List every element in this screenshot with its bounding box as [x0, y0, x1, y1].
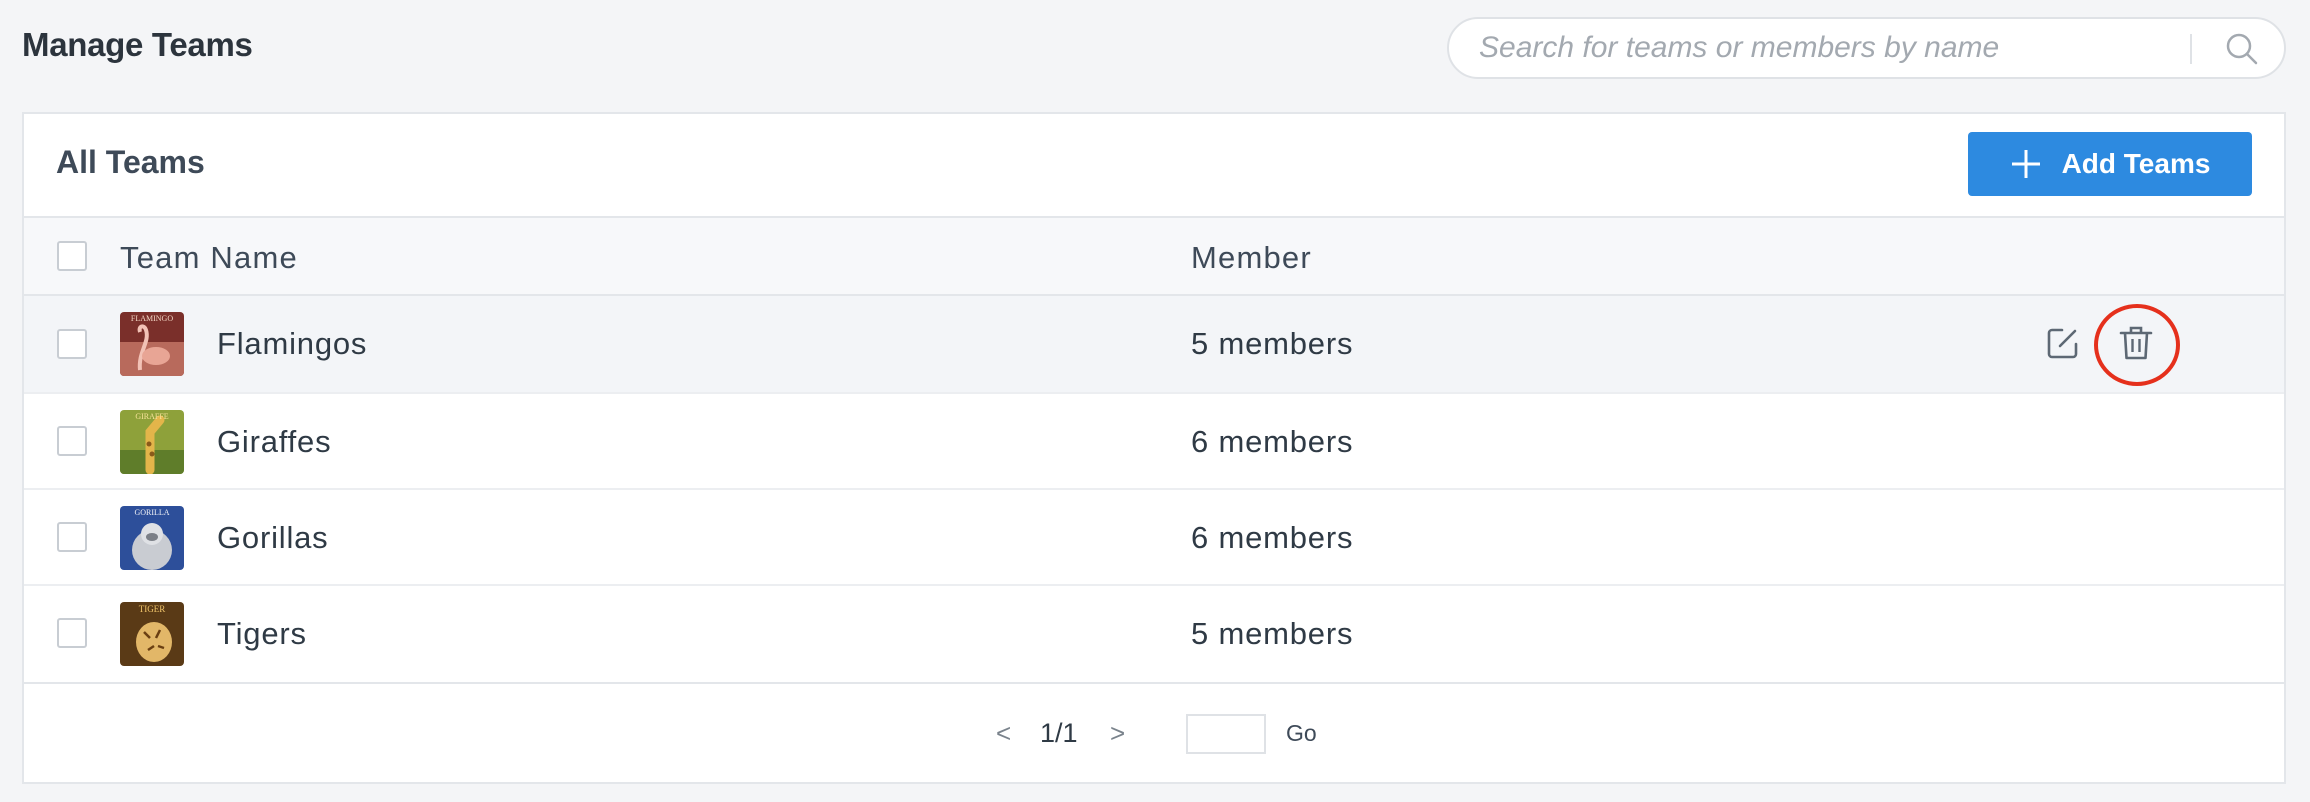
row-checkbox[interactable] — [57, 522, 87, 552]
column-team-name[interactable]: Team Name — [120, 240, 298, 276]
row-checkbox[interactable] — [57, 426, 87, 456]
prev-page-button[interactable]: < — [996, 718, 1011, 749]
select-all-checkbox[interactable] — [57, 241, 87, 271]
edit-icon[interactable] — [2046, 326, 2080, 360]
go-button[interactable]: Go — [1286, 720, 1317, 747]
team-name[interactable]: Flamingos — [217, 326, 367, 362]
row-checkbox[interactable] — [57, 618, 87, 648]
team-name[interactable]: Tigers — [217, 616, 307, 652]
teams-card: All Teams Add Teams Team Name Member FLA… — [22, 112, 2286, 784]
card-header: All Teams Add Teams — [24, 114, 2284, 216]
svg-text:GIRAFFE: GIRAFFE — [135, 412, 168, 421]
team-name[interactable]: Gorillas — [217, 520, 328, 556]
table-row[interactable]: FLAMINGO Flamingos 5 members — [24, 296, 2284, 394]
page-indicator: 1/1 — [1040, 718, 1078, 748]
page-jump-input[interactable] — [1186, 714, 1266, 754]
team-members: 6 members — [1191, 520, 1354, 555]
team-avatar-flamingos: FLAMINGO — [120, 312, 184, 376]
search-input[interactable] — [1479, 19, 2199, 77]
page-title: Manage Teams — [22, 26, 253, 63]
team-name[interactable]: Giraffes — [217, 424, 331, 460]
table-header: Team Name Member — [24, 216, 2284, 296]
search-bar[interactable] — [1447, 17, 2286, 79]
svg-text:TIGER: TIGER — [139, 604, 166, 614]
team-avatar-giraffes: GIRAFFE — [120, 410, 184, 474]
search-divider — [2190, 34, 2192, 64]
team-avatar-gorillas: GORILLA — [120, 506, 184, 570]
team-avatar-tigers: TIGER — [120, 602, 184, 666]
row-checkbox[interactable] — [57, 329, 87, 359]
next-page-button[interactable]: > — [1110, 718, 1125, 749]
team-members: 5 members — [1191, 616, 1354, 651]
svg-text:GORILLA: GORILLA — [134, 508, 169, 517]
add-teams-label: Add Teams — [2061, 148, 2211, 179]
table-row[interactable]: TIGER Tigers 5 members — [24, 586, 2284, 682]
table-row[interactable]: GORILLA Gorillas 6 members — [24, 490, 2284, 586]
svg-text:FLAMINGO: FLAMINGO — [131, 314, 173, 323]
card-title: All Teams — [56, 144, 205, 180]
add-teams-button[interactable]: Add Teams — [1968, 132, 2252, 196]
plus-icon — [2011, 150, 2040, 178]
column-member[interactable]: Member — [1191, 240, 1312, 276]
team-members: 6 members — [1191, 424, 1354, 459]
table-row[interactable]: GIRAFFE Giraffes 6 members — [24, 394, 2284, 490]
trash-icon[interactable] — [2118, 324, 2154, 362]
pagination: < 1/1 > Go — [24, 682, 2284, 784]
team-members: 5 members — [1191, 326, 1354, 361]
search-icon[interactable] — [2223, 30, 2261, 68]
